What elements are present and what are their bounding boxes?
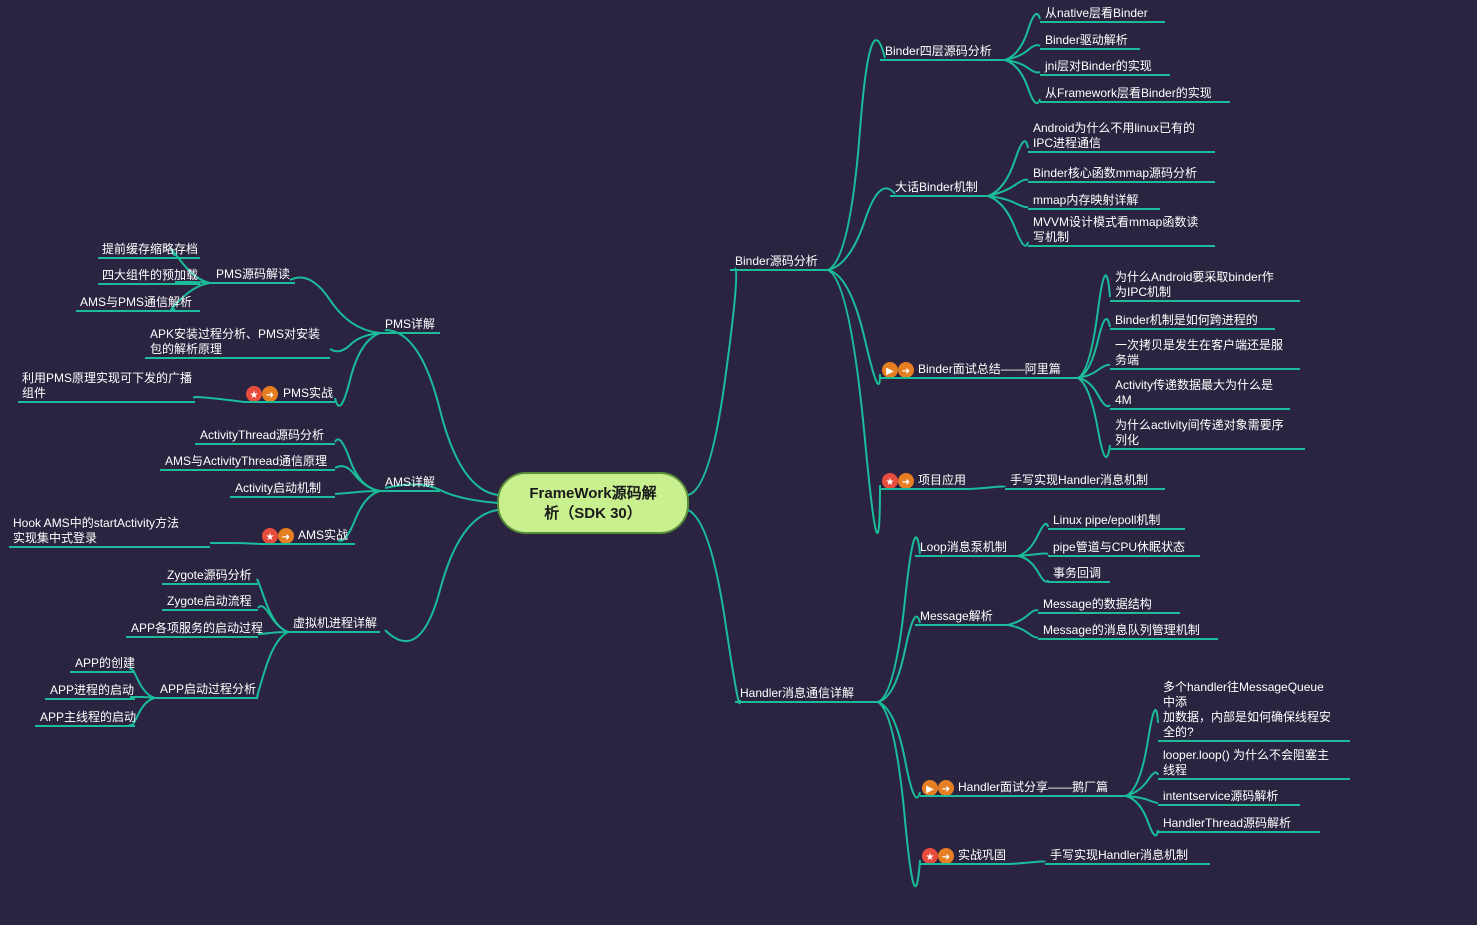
binder-b3-l3b: 务端 bbox=[1115, 352, 1139, 367]
handler-b1-title: Loop消息泵机制 bbox=[920, 539, 1007, 554]
svg-text:★: ★ bbox=[886, 477, 895, 488]
binder-leaf: Binder驱动解析 bbox=[1045, 33, 1128, 47]
ams-leaf: ActivityThread源码分析 bbox=[200, 428, 324, 442]
binder-b3-l5b: 列化 bbox=[1115, 433, 1139, 447]
handler-b2-leaf: Message的数据结构 bbox=[1043, 596, 1152, 611]
binder-b2-title: 大话Binder机制 bbox=[895, 180, 978, 194]
handler-b2-title: Message解析 bbox=[920, 609, 993, 623]
handler-b3-l2b: 线程 bbox=[1163, 762, 1187, 777]
vm-title: 虚拟机进程详解 bbox=[293, 615, 377, 630]
binder-b3-l1b: 为IPC机制 bbox=[1115, 285, 1171, 299]
vm-b2-leaf: APP主线程的启动 bbox=[40, 709, 136, 724]
branch-ams[interactable]: AMS详解 ActivityThread源码分析 AMS与ActivityThr… bbox=[9, 428, 498, 547]
handler-b3-leaf: HandlerThread源码解析 bbox=[1163, 816, 1291, 830]
pms-b3-title: PMS实战 bbox=[283, 385, 333, 400]
branch-handler[interactable]: Handler消息通信详解 Loop消息泵机制 Linux pipe/epoll… bbox=[688, 510, 1350, 886]
svg-text:➜: ➜ bbox=[282, 532, 290, 543]
svg-text:▶: ▶ bbox=[886, 366, 894, 377]
star-icon: ★➜ bbox=[246, 386, 278, 402]
binder-b4-leaf: 手写实现Handler消息机制 bbox=[1010, 472, 1148, 487]
vm-b2-leaf: APP的创建 bbox=[75, 655, 135, 670]
pms-title: PMS详解 bbox=[385, 316, 435, 331]
handler-b3-l1b: 中添 bbox=[1163, 694, 1187, 709]
pms-leaf: 四大组件的预加载 bbox=[102, 267, 198, 282]
handler-leaf: 事务回调 bbox=[1053, 565, 1101, 580]
svg-text:➜: ➜ bbox=[942, 784, 950, 795]
binder-b2-leaf4b: 写机制 bbox=[1033, 230, 1069, 244]
handler-b3-leaf: intentservice源码解析 bbox=[1163, 789, 1278, 803]
binder-b4-title: 项目应用 bbox=[918, 472, 966, 487]
central-title-2: 析（SDK 30） bbox=[544, 504, 642, 522]
pms-b2-title2: 包的解析原理 bbox=[150, 341, 222, 356]
ams-b2-leaf: Hook AMS中的startActivity方法 bbox=[13, 515, 179, 530]
svg-text:➜: ➜ bbox=[942, 852, 950, 863]
star-icon: ★➜ bbox=[262, 528, 294, 544]
vm-leaf: APP各项服务的启动过程 bbox=[131, 620, 263, 635]
pms-b1-title: PMS源码解读 bbox=[216, 267, 290, 281]
handler-b3-l1a: 多个handler往MessageQueue bbox=[1163, 679, 1324, 694]
handler-b4-leaf: 手写实现Handler消息机制 bbox=[1050, 847, 1188, 862]
handler-leaf: Linux pipe/epoll机制 bbox=[1053, 513, 1160, 527]
handler-b3-l2a: looper.loop() 为什么不会阻塞主 bbox=[1163, 747, 1329, 762]
ams-leaf: AMS与ActivityThread通信原理 bbox=[165, 454, 327, 468]
handler-b3-l1d: 全的? bbox=[1163, 724, 1194, 739]
binder-b3-leaf: Binder机制是如何跨进程的 bbox=[1115, 312, 1258, 327]
binder-b3-l4b: 4M bbox=[1115, 393, 1132, 407]
binder-b3-l3a: 一次拷贝是发生在客户端还是服 bbox=[1115, 337, 1283, 352]
binder-title: Binder源码分析 bbox=[735, 254, 818, 268]
svg-text:➜: ➜ bbox=[266, 390, 274, 401]
binder-b2-leaf1a: Android为什么不用linux已有的 bbox=[1033, 120, 1195, 135]
mindmap-canvas: FrameWork源码解 析（SDK 30） PMS详解 PMS源码解读 提前缓… bbox=[0, 0, 1477, 925]
handler-leaf: pipe管道与CPU休眠状态 bbox=[1053, 539, 1185, 554]
binder-b1-title: Binder四层源码分析 bbox=[885, 44, 992, 58]
handler-b3-l1c: 加数据，内部是如何确保线程安 bbox=[1163, 709, 1331, 724]
pms-leaf: AMS与PMS通信解析 bbox=[80, 295, 192, 309]
pms-b3-leaf: 利用PMS原理实现可下发的广播 bbox=[22, 370, 192, 385]
star-icon: ★➜ bbox=[882, 473, 914, 489]
pms-b3-leaf2: 组件 bbox=[22, 386, 46, 400]
svg-text:➜: ➜ bbox=[902, 366, 910, 377]
vm-b2-leaf: APP进程的启动 bbox=[50, 682, 134, 697]
vm-b2-title: APP启动过程分析 bbox=[160, 681, 256, 696]
branch-binder[interactable]: Binder源码分析 Binder四层源码分析 从native层看Binder … bbox=[688, 6, 1305, 533]
binder-leaf: 从Framework层看Binder的实现 bbox=[1045, 85, 1212, 100]
central-title-1: FrameWork源码解 bbox=[529, 484, 656, 502]
binder-b3-l5a: 为什么activity间传递对象需要序 bbox=[1115, 417, 1284, 432]
binder-b2-leaf1b: IPC进程通信 bbox=[1033, 135, 1101, 150]
svg-text:★: ★ bbox=[266, 532, 275, 543]
binder-b2-leaf: mmap内存映射详解 bbox=[1033, 192, 1138, 207]
binder-b3-title: Binder面试总结——阿里篇 bbox=[918, 361, 1061, 376]
binder-b2-leaf: Binder核心函数mmap源码分析 bbox=[1033, 165, 1197, 180]
ams-title: AMS详解 bbox=[385, 474, 435, 489]
vm-leaf: Zygote启动流程 bbox=[167, 593, 252, 608]
svg-text:➜: ➜ bbox=[902, 477, 910, 488]
svg-text:▶: ▶ bbox=[926, 784, 934, 795]
binder-leaf: 从native层看Binder bbox=[1045, 6, 1148, 20]
svg-text:★: ★ bbox=[250, 390, 259, 401]
ams-leaf: Activity启动机制 bbox=[235, 481, 321, 495]
pms-leaf: 提前缓存缩略存档 bbox=[102, 241, 198, 256]
handler-b4-title: 实战巩固 bbox=[958, 847, 1006, 862]
binder-b2-leaf4a: MVVM设计模式看mmap函数读 bbox=[1033, 214, 1198, 229]
binder-leaf: jni层对Binder的实现 bbox=[1044, 58, 1152, 73]
star-icon: ★➜ bbox=[922, 848, 954, 864]
binder-b3-l4a: Activity传递数据最大为什么是 bbox=[1115, 377, 1273, 392]
handler-title: Handler消息通信详解 bbox=[740, 685, 854, 700]
pms-b2-title: APK安装过程分析、PMS对安装 bbox=[150, 326, 320, 341]
handler-b2-leaf: Message的消息队列管理机制 bbox=[1043, 622, 1200, 637]
binder-b3-l1a: 为什么Android要采取binder作 bbox=[1115, 270, 1274, 284]
handler-b3-title: Handler面试分享——鹅厂篇 bbox=[958, 779, 1108, 794]
central-node[interactable]: FrameWork源码解 析（SDK 30） bbox=[498, 473, 688, 533]
ams-b2-leaf2: 实现集中式登录 bbox=[13, 530, 97, 545]
star-icon: ▶➜ bbox=[882, 362, 914, 378]
ams-b2-title: AMS实战 bbox=[298, 527, 348, 542]
vm-leaf: Zygote源码分析 bbox=[167, 568, 252, 582]
svg-text:★: ★ bbox=[926, 852, 935, 863]
star-icon: ▶➜ bbox=[922, 780, 954, 796]
